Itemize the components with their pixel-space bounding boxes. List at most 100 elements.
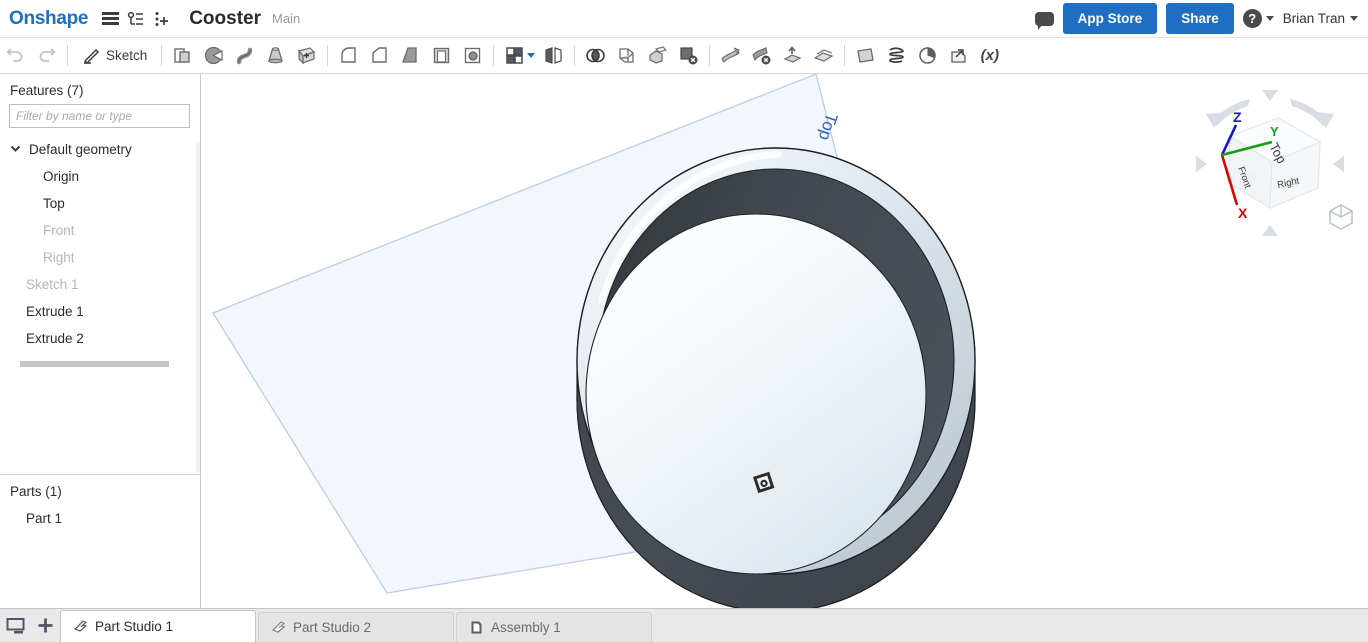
undo-arrow-icon[interactable] — [0, 40, 31, 71]
left-feature-panel: Features (7) Default geometry Origin Top… — [0, 74, 201, 608]
onshape-app-window: Onshape Cooster Main App Store Share ? B… — [0, 0, 1368, 642]
extrude-tool[interactable] — [167, 40, 198, 71]
move-face-tool[interactable] — [715, 40, 746, 71]
3d-viewport[interactable]: Top Top Front Right X Z Y — [201, 74, 1368, 608]
tab-label: Part Studio 2 — [293, 620, 372, 635]
chevron-down-icon — [1350, 16, 1358, 21]
tree-node-right[interactable]: Right — [0, 244, 200, 271]
delete-part-tool[interactable] — [673, 40, 704, 71]
parts-list-item[interactable]: Part 1 — [0, 505, 201, 532]
coaster-solid — [576, 147, 976, 608]
boolean-tool[interactable] — [580, 40, 611, 71]
isometric-view-icon[interactable] — [1326, 202, 1356, 232]
help-icon: ? — [1242, 9, 1262, 28]
derive-tool[interactable] — [943, 40, 974, 71]
plane-tool[interactable] — [850, 40, 881, 71]
tree-label: Right — [43, 250, 75, 265]
axis-label-x: X — [1238, 205, 1248, 221]
tree-label: Default geometry — [29, 142, 132, 157]
share-button[interactable]: Share — [1166, 3, 1234, 34]
onshape-logo[interactable]: Onshape — [9, 8, 89, 30]
transform-tool[interactable] — [642, 40, 673, 71]
header-right-actions: App Store Share ? Brian Tran — [1034, 3, 1358, 34]
part-studio-icon — [73, 619, 88, 634]
split-tool[interactable] — [611, 40, 642, 71]
tree-label: Extrude 1 — [26, 304, 84, 319]
sweep-tool[interactable] — [229, 40, 260, 71]
revolve-tool[interactable] — [198, 40, 229, 71]
comment-icon[interactable] — [1034, 11, 1054, 30]
parts-panel-title: Parts (1) — [10, 484, 62, 499]
part-label: Part 1 — [26, 511, 63, 526]
bottom-tab-bar: Part Studio 1 Part Studio 2 Assembly 1 — [0, 608, 1368, 642]
pattern-tool[interactable] — [499, 40, 530, 71]
tab-label: Assembly 1 — [491, 620, 561, 635]
hole-tool[interactable] — [457, 40, 488, 71]
axis-label-z: Z — [1233, 109, 1242, 125]
parts-panel: Parts (1) Part 1 — [0, 475, 201, 532]
top-header-bar: Onshape Cooster Main App Store Share ? B… — [0, 0, 1368, 38]
draft-tool[interactable] — [395, 40, 426, 71]
feature-toolbar: Sketch (x) — [0, 38, 1368, 74]
user-name-label: Brian Tran — [1282, 11, 1345, 26]
add-feature-icon[interactable] — [149, 6, 175, 32]
chevron-down-icon — [1265, 16, 1274, 21]
tree-node-origin[interactable]: Origin — [0, 163, 200, 190]
toolbar-divider — [327, 45, 329, 66]
mirror-tool[interactable] — [538, 40, 569, 71]
curve-tool[interactable] — [912, 40, 943, 71]
pattern-dropdown-caret-icon[interactable] — [527, 53, 536, 58]
features-panel-title: Features (7) — [10, 83, 84, 98]
offset-surface-tool[interactable] — [808, 40, 839, 71]
tree-node-default-geometry[interactable]: Default geometry — [0, 136, 200, 163]
fillet-tool[interactable] — [333, 40, 364, 71]
sketch-button[interactable]: Sketch — [73, 40, 156, 71]
part-studio-icon — [271, 620, 286, 635]
add-tab-icon[interactable] — [30, 608, 60, 642]
app-store-button[interactable]: App Store — [1062, 3, 1158, 34]
toolbar-divider — [161, 45, 163, 66]
chamfer-tool[interactable] — [364, 40, 395, 71]
tab-part-studio-2[interactable]: Part Studio 2 — [258, 612, 454, 642]
tree-node-front[interactable]: Front — [0, 217, 200, 244]
feature-list-scrollbar[interactable] — [196, 142, 200, 472]
variable-label: (x) — [980, 47, 999, 64]
helix-tool[interactable] — [881, 40, 912, 71]
tree-label: Front — [43, 223, 75, 238]
tree-node-extrude-1[interactable]: Extrude 1 — [0, 298, 200, 325]
variable-tool[interactable]: (x) — [974, 40, 1005, 71]
panel-toggle-icon[interactable] — [0, 608, 30, 642]
toolbar-divider — [67, 45, 68, 66]
assembly-icon — [469, 620, 484, 635]
toolbar-divider — [574, 45, 576, 66]
tree-label: Top — [43, 196, 65, 211]
toolbar-divider — [709, 45, 711, 66]
tree-node-top[interactable]: Top — [0, 190, 200, 217]
pencil-icon — [82, 46, 101, 65]
axis-label-y: Y — [1270, 124, 1279, 139]
tree-node-extrude-2[interactable]: Extrude 2 — [0, 325, 200, 352]
tree-node-sketch-1[interactable]: Sketch 1 — [0, 271, 200, 298]
tree-label: Sketch 1 — [26, 277, 79, 292]
tab-assembly-1[interactable]: Assembly 1 — [456, 612, 652, 642]
document-title[interactable]: Cooster — [189, 8, 261, 30]
user-menu[interactable]: Brian Tran — [1283, 11, 1358, 26]
chevron-down-icon[interactable] — [10, 143, 24, 157]
branch-name[interactable]: Main — [272, 11, 300, 26]
tree-label: Origin — [43, 169, 80, 184]
thicken-tool[interactable] — [291, 40, 322, 71]
shell-tool[interactable] — [426, 40, 457, 71]
hamburger-menu-icon[interactable] — [97, 6, 123, 32]
rollback-bar[interactable] — [20, 361, 169, 367]
version-graph-icon[interactable] — [123, 6, 149, 32]
toolbar-divider — [493, 45, 495, 66]
help-menu[interactable]: ? — [1242, 9, 1274, 28]
replace-face-tool[interactable] — [777, 40, 808, 71]
tab-label: Part Studio 1 — [95, 619, 174, 634]
tab-part-studio-1[interactable]: Part Studio 1 — [60, 610, 256, 642]
tree-label: Extrude 2 — [26, 331, 84, 346]
delete-face-tool[interactable] — [746, 40, 777, 71]
redo-arrow-icon[interactable] — [31, 40, 62, 71]
feature-filter-input[interactable] — [9, 104, 190, 128]
loft-tool[interactable] — [260, 40, 291, 71]
